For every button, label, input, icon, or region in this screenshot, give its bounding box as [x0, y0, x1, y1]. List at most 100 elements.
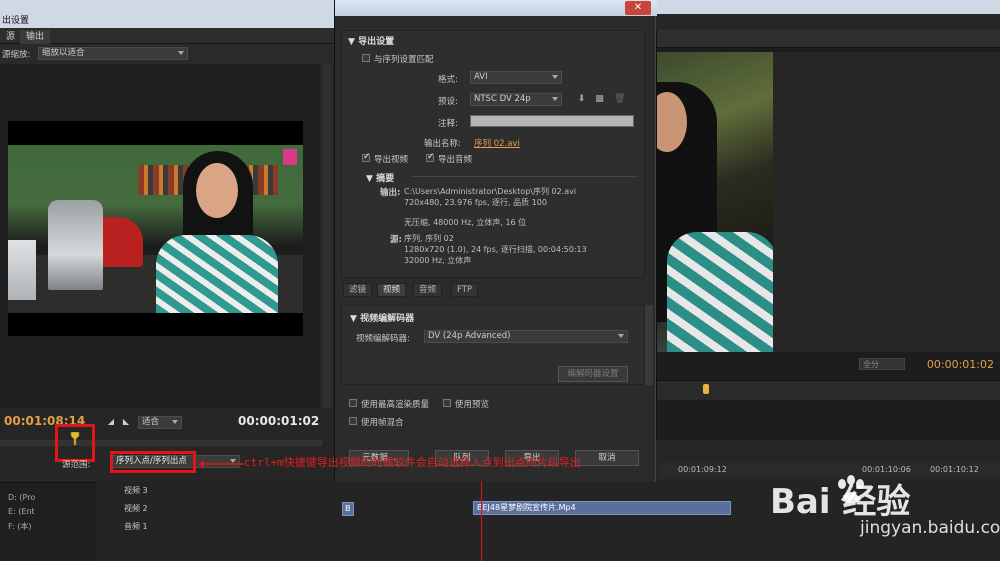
import-preset-icon[interactable]: ▩ [594, 94, 605, 104]
fit-select[interactable]: 适合 [138, 416, 182, 429]
annotation-arrow-icon [198, 460, 244, 468]
export-settings-dialog: ✕ ▼ 导出设置 与序列设置匹配 格式: AVI 预设: NTSC DV 24p… [334, 0, 657, 482]
ruler-label: 00:01:10:06 [862, 465, 911, 474]
summary-output-video: 720x480, 23.976 fps, 逐行, 品质 100 [404, 198, 547, 207]
summary-title: 摘要 [376, 174, 395, 184]
viewer-scrollbar[interactable] [322, 64, 332, 410]
tab-source[interactable]: 源 [0, 30, 21, 44]
frame-blend-checkbox[interactable] [349, 417, 357, 425]
ruler-label: 00:01:09:12 [678, 465, 727, 474]
dialog-title-bar: ✕ [335, 0, 657, 16]
project-drive-e[interactable]: E: (Ent [8, 507, 35, 519]
comment-label: 注释: [438, 119, 458, 129]
settings-tabs: 滤镜 视频 音频 FTP [341, 283, 645, 297]
export-settings-title: 导出设置 [358, 37, 395, 47]
comment-input[interactable] [470, 115, 634, 127]
summary-output-path: C:\Users\Administrator\Desktop\序列 02.avi [404, 187, 577, 196]
export-video-checkbox[interactable] [362, 152, 371, 162]
codec-select[interactable]: DV (24p Advanced) [424, 330, 628, 343]
ruler-label: 00:01:10:12 [930, 465, 979, 474]
track-audio-1[interactable]: 音频 1 [124, 520, 204, 534]
summary-source-seq: 序列, 序列 02 [404, 234, 454, 243]
chevron-down-icon [172, 420, 178, 424]
export-settings-section: ▼ 导出设置 与序列设置匹配 格式: AVI 预设: NTSC DV 24p ⬇… [341, 30, 645, 278]
annotation-text: ctrl+m快捷键导出视频的时候软件会自动选择入点到出点的片段导出 [244, 456, 581, 469]
summary-output-label: 输出: [380, 188, 401, 198]
export-audio-checkbox[interactable] [426, 152, 435, 162]
codec-title: 视频编解码器 [360, 314, 415, 324]
summary-source-audio: 32000 Hz, 立体声 [404, 256, 472, 265]
program-monitor-header [657, 30, 1000, 48]
format-value: AVI [474, 72, 488, 82]
use-preview-label: 使用预览 [455, 400, 490, 410]
track-video-3[interactable]: 视频 3 [124, 484, 204, 498]
source-scale-select[interactable]: 缩放以适合 [38, 47, 188, 60]
source-scale-value: 缩放以适合 [42, 48, 85, 58]
source-preview-frame [8, 121, 303, 336]
clip-b[interactable]: B [342, 502, 354, 516]
program-zoom-value: 全分 [863, 360, 879, 369]
summary-source-video: 1280x720 (1.0), 24 fps, 逐行扫描, 00:04:50:1… [404, 245, 587, 254]
project-drive-f[interactable]: F: (本) [8, 521, 31, 533]
max-quality-checkbox[interactable] [349, 399, 357, 407]
tab-filters[interactable]: 滤镜 [343, 283, 373, 297]
codec-label: 视频编解码器: [356, 334, 410, 344]
tab-video[interactable]: 视频 [377, 283, 407, 297]
source-duration-timecode: 00:00:01:02 [238, 414, 320, 428]
source-output-tabs: 源 输出 [0, 28, 334, 44]
source-scale-label: 源缩放: [2, 50, 31, 60]
tab-output[interactable]: 输出 [20, 30, 51, 44]
summary-header[interactable]: ▼ 摘要 [366, 171, 394, 184]
fit-value: 适合 [142, 417, 160, 427]
chevron-down-icon [552, 75, 558, 79]
codec-header[interactable]: ▼ 视频编解码器 [350, 311, 414, 324]
program-playhead-icon[interactable] [703, 384, 709, 394]
watermark-brand: Bai 经验 [770, 482, 911, 522]
playhead-highlight-box [55, 424, 95, 462]
chevron-down-icon [618, 334, 624, 338]
output-name-label: 输出名称: [424, 139, 461, 149]
source-scrub-bar[interactable] [0, 440, 322, 446]
format-select[interactable]: AVI [470, 71, 562, 84]
range-highlight-box [110, 451, 196, 473]
match-sequence-label: 与序列设置匹配 [374, 55, 434, 65]
summary-source-label: 源: [390, 235, 402, 245]
chevron-down-icon [178, 51, 184, 55]
delete-preset-icon[interactable]: 🗑 [614, 94, 625, 104]
save-preset-icon[interactable]: ⬇ [576, 94, 587, 104]
program-timecode: 00:00:01:02 [926, 358, 994, 371]
project-drive-d[interactable]: D: (Pro [8, 493, 35, 505]
tab-ftp[interactable]: FTP [451, 283, 479, 297]
use-preview-checkbox[interactable] [443, 399, 451, 407]
max-quality-label: 使用最高渲染质量 [361, 400, 430, 410]
tab-audio[interactable]: 音频 [413, 283, 443, 297]
output-name-link[interactable]: 序列 02.avi [474, 137, 520, 149]
track-video-2[interactable]: 视频 2 [124, 502, 204, 516]
mark-out-icon[interactable]: ◣ [121, 417, 131, 427]
codec-value: DV (24p Advanced) [428, 331, 511, 341]
export-settings-header: ▼ 导出设置 [348, 37, 395, 47]
format-label: 格式: [438, 75, 458, 85]
program-video-frame [657, 52, 773, 352]
match-sequence-checkbox[interactable] [362, 54, 370, 62]
codec-settings-button[interactable]: 编解码器设置 [558, 366, 628, 382]
mark-in-icon[interactable]: ◢ [106, 417, 116, 427]
source-range-label: 源范围: [62, 460, 91, 470]
frame-blend-label: 使用帧混合 [361, 418, 404, 428]
preset-value: NTSC DV 24p [474, 94, 531, 104]
video-codec-section: ▼ 视频编解码器 视频编解码器: DV (24p Advanced) 编解码器设… [341, 305, 645, 385]
preset-select[interactable]: NTSC DV 24p [470, 93, 562, 106]
program-zoom-select[interactable]: 全分 [859, 358, 905, 370]
close-button[interactable]: ✕ [625, 1, 651, 15]
timeline-clip[interactable]: BEJ48星梦剧院宣传片.Mp4 [473, 501, 731, 515]
program-monitor: 全分 00:00:01:02 [656, 30, 1000, 440]
export-audio-label: 导出音频 [438, 155, 473, 165]
chevron-down-icon [552, 97, 558, 101]
export-window-title: 出设置 [0, 14, 334, 28]
source-scale-row: 源缩放: 缩放以适合 [0, 44, 334, 64]
pointer-line [481, 478, 482, 561]
settings-scrollbar[interactable] [645, 305, 653, 385]
cancel-button[interactable]: 取消 [575, 450, 639, 466]
program-monitor-empty [773, 52, 1000, 352]
preset-label: 预设: [438, 97, 458, 107]
